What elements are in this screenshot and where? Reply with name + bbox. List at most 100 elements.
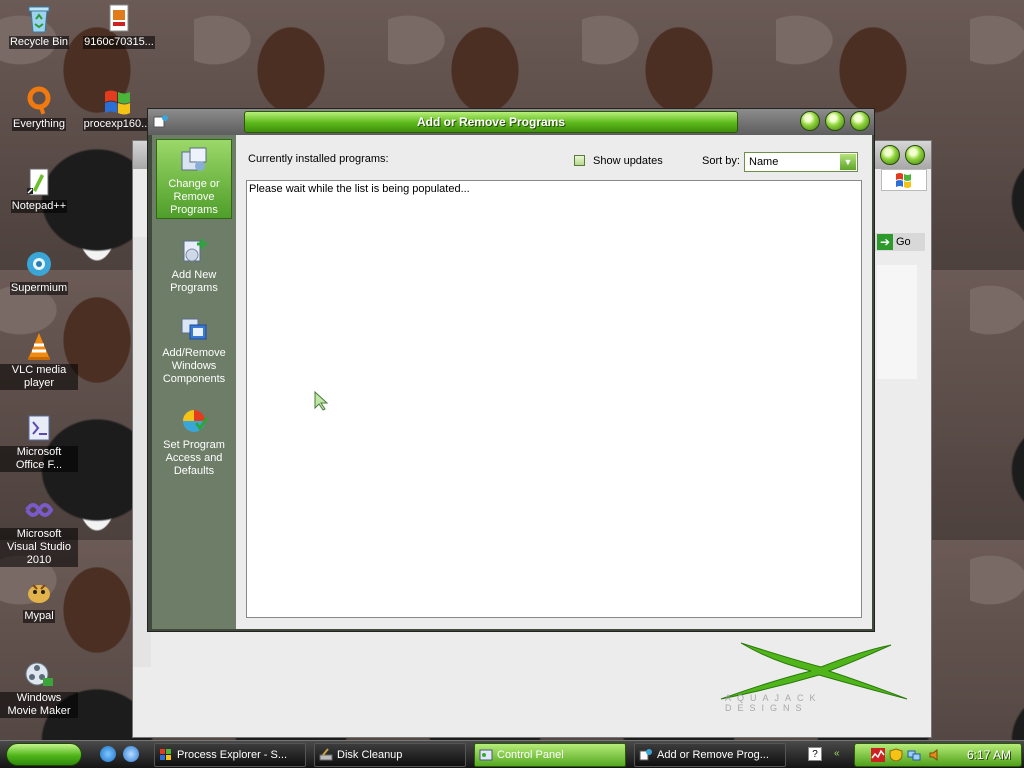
activity-monitor-icon[interactable] xyxy=(871,748,885,762)
quick-launch xyxy=(100,746,143,765)
maximize-button[interactable] xyxy=(905,145,925,165)
desktop-icon-label: Supermium xyxy=(9,282,69,295)
taskbar-item-label: Add or Remove Prog... xyxy=(657,749,769,761)
recycle-bin-icon xyxy=(28,6,50,33)
arp-sidebar: Change or Remove Programs Add New Progra… xyxy=(152,135,236,629)
security-shield-icon[interactable] xyxy=(889,748,903,762)
desktop-icon-recycle-bin[interactable]: Recycle Bin xyxy=(0,2,78,49)
arp-window-buttons xyxy=(798,111,870,134)
start-button[interactable] xyxy=(6,743,82,766)
program-access-defaults-icon xyxy=(183,410,209,432)
sidebar-item-label: Add New Programs xyxy=(170,269,218,294)
minimize-button[interactable] xyxy=(799,111,820,131)
minimize-button[interactable] xyxy=(879,145,900,165)
tray-expand-chevron-icon[interactable]: « xyxy=(834,747,846,761)
sidebar-item-change-remove[interactable]: Change or Remove Programs xyxy=(156,139,232,219)
taskbar-item-add-remove-programs[interactable]: Add or Remove Prog... xyxy=(634,743,786,767)
sidebar-item-windows-components[interactable]: Add/Remove Windows Components xyxy=(156,309,232,389)
everything-search-icon xyxy=(27,86,51,115)
desktop-icon-supermium[interactable]: Supermium xyxy=(0,248,78,295)
add-remove-programs-window[interactable]: Add or Remove Programs Change or Remove … xyxy=(147,108,875,632)
arp-body: Change or Remove Programs Add New Progra… xyxy=(152,135,872,629)
desktop-icon-label: Microsoft Office F... xyxy=(0,446,78,472)
desktop-icon-label: Mypal xyxy=(23,610,55,623)
taskbar: Process Explorer - S... Disk Cleanup Con… xyxy=(0,740,1024,768)
loading-message: Please wait while the list is being popu… xyxy=(249,183,470,195)
chevron-down-icon[interactable]: ▼ xyxy=(840,154,856,170)
desktop-icon-label: 9160c70315... xyxy=(83,36,155,49)
show-updates-label: Show updates xyxy=(593,155,663,167)
mypal-icon xyxy=(28,584,50,603)
arp-titlebar[interactable]: Add or Remove Programs xyxy=(148,109,874,135)
supermium-browser-icon xyxy=(27,252,51,276)
taskbar-item-control-panel[interactable]: Control Panel xyxy=(474,743,626,767)
sidebar-item-label: Add/Remove Windows Components xyxy=(162,347,226,385)
go-arrow-icon: ➔ xyxy=(877,234,893,250)
help-button[interactable]: ? xyxy=(808,747,822,761)
office-document-icon xyxy=(28,415,50,441)
desktop-icon-label: Windows Movie Maker xyxy=(0,692,78,718)
sort-by-value: Name xyxy=(749,156,779,168)
desktop: Recycle Bin 9160c70315... Everything pro… xyxy=(0,0,1024,740)
control-panel-side-panel xyxy=(877,265,917,379)
sidebar-item-label: Change or Remove Programs xyxy=(168,178,220,216)
sort-by-dropdown[interactable]: Name ▼ xyxy=(744,152,858,172)
taskbar-item-label: Control Panel xyxy=(497,749,564,761)
sidebar-item-label: Set Program Access and Defaults xyxy=(163,439,225,477)
desktop-icon-label: Everything xyxy=(12,118,66,131)
add-remove-programs-icon xyxy=(153,115,168,128)
show-desktop-icon[interactable] xyxy=(123,746,140,762)
desktop-icon-movie-maker[interactable]: Windows Movie Maker xyxy=(0,658,78,718)
add-new-programs-icon xyxy=(183,239,207,262)
checkbox-box[interactable] xyxy=(574,155,585,166)
installed-programs-label: Currently installed programs: xyxy=(248,153,389,165)
desktop-icon-notepadpp[interactable]: Notepad++ xyxy=(0,166,78,213)
mouse-cursor-icon xyxy=(314,390,329,411)
visual-studio-icon xyxy=(25,503,54,517)
aquajack-designs-logo: AQUAJACK DESIGNS xyxy=(711,641,911,715)
desktop-icon-office[interactable]: Microsoft Office F... xyxy=(0,412,78,472)
desktop-icon-file[interactable]: 9160c70315... xyxy=(78,2,160,49)
internet-explorer-icon[interactable] xyxy=(100,746,116,762)
desktop-icon-mypal[interactable]: Mypal xyxy=(0,576,78,623)
desktop-icon-vlc[interactable]: VLC media player xyxy=(0,330,78,390)
archive-file-icon xyxy=(109,4,129,32)
window-title: Add or Remove Programs xyxy=(244,111,738,133)
logo-brand-text: AQUAJACK DESIGNS xyxy=(725,693,822,713)
notepad-plus-plus-icon xyxy=(27,168,49,196)
network-icon[interactable] xyxy=(907,748,921,762)
sort-by-label: Sort by: xyxy=(702,155,740,167)
taskbar-item-process-explorer[interactable]: Process Explorer - S... xyxy=(154,743,306,767)
disk-cleanup-icon xyxy=(319,748,333,761)
arp-content: Currently installed programs: Show updat… xyxy=(236,135,872,629)
taskbar-item-label: Disk Cleanup xyxy=(337,749,403,761)
sidebar-item-add-new[interactable]: Add New Programs xyxy=(156,231,232,297)
desktop-icon-visual-studio[interactable]: Microsoft Visual Studio 2010 xyxy=(0,494,78,567)
desktop-icon-label: Recycle Bin xyxy=(8,36,70,49)
change-remove-programs-icon xyxy=(181,147,207,171)
windows-flag-icon xyxy=(160,749,171,760)
desktop-icon-everything[interactable]: Everything xyxy=(0,84,78,131)
installed-programs-list[interactable]: Please wait while the list is being popu… xyxy=(246,180,862,618)
desktop-icon-label: VLC media player xyxy=(0,364,78,390)
windows-components-icon xyxy=(181,318,207,340)
volume-speaker-icon[interactable] xyxy=(929,748,943,762)
movie-maker-reel-icon xyxy=(25,662,53,686)
show-updates-checkbox[interactable]: Show updates xyxy=(574,155,663,167)
taskbar-item-label: Process Explorer - S... xyxy=(177,749,288,761)
control-panel-icon xyxy=(479,749,493,761)
desktop-icon-procexp[interactable]: procexp160... xyxy=(78,84,156,131)
windows-flag-icon xyxy=(105,90,130,115)
sidebar-item-program-access[interactable]: Set Program Access and Defaults xyxy=(156,401,232,481)
close-button[interactable] xyxy=(850,111,870,131)
maximize-button[interactable] xyxy=(824,111,845,131)
desktop-icon-label: procexp160... xyxy=(82,118,152,131)
windows-logo-icon xyxy=(881,169,927,191)
desktop-icon-label: Microsoft Visual Studio 2010 xyxy=(0,528,78,567)
clock[interactable]: 6:17 AM xyxy=(967,744,1011,766)
go-button[interactable]: ➔ Go xyxy=(875,233,925,251)
taskbar-item-disk-cleanup[interactable]: Disk Cleanup xyxy=(314,743,466,767)
vlc-cone-icon xyxy=(28,333,50,360)
system-tray: 6:17 AM xyxy=(854,743,1022,767)
go-label: Go xyxy=(896,236,911,248)
